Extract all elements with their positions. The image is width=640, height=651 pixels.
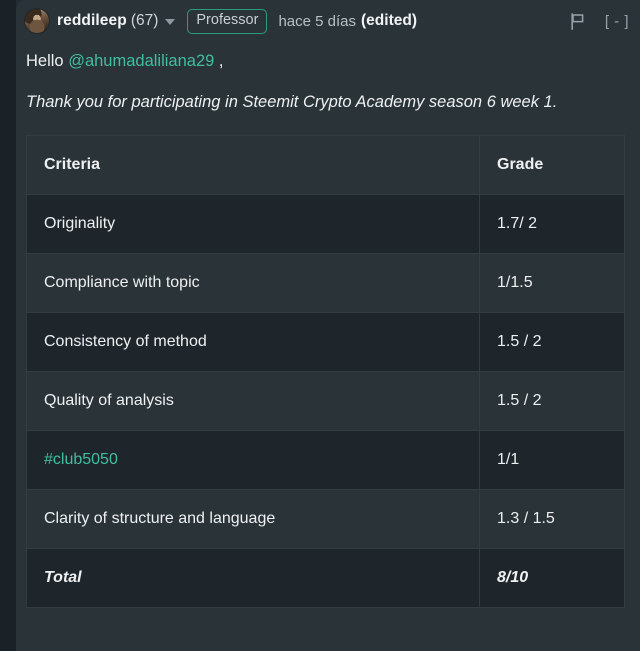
cell-grade: 1.5 / 2 [479, 312, 625, 372]
collapse-toggle[interactable]: [ - ] [605, 13, 629, 30]
greeting-suffix: , [218, 52, 224, 70]
cell-criteria: Clarity of structure and language [26, 489, 480, 549]
greeting-prefix: Hello [26, 52, 64, 70]
avatar[interactable] [24, 8, 50, 34]
table-row: #club5050 1/1 [26, 430, 625, 490]
table-row-total: Total 8/10 [26, 548, 625, 608]
cell-grade: 1.5 / 2 [479, 371, 625, 431]
cell-criteria: Consistency of method [26, 312, 480, 372]
table-row: Consistency of method 1.5 / 2 [26, 312, 625, 372]
comment-text: Hello @ahumadaliliana29 , Thank you for … [16, 50, 640, 113]
table-row: Compliance with topic 1/1.5 [26, 253, 625, 313]
intro-line: Thank you for participating in Steemit C… [26, 93, 558, 111]
author-reputation: (67) [130, 12, 159, 29]
grade-table-wrapper: Criteria Grade Originality 1.7/ 2 Compli… [26, 135, 625, 608]
table-row: Originality 1.7/ 2 [26, 194, 625, 254]
table-header-row: Criteria Grade [26, 135, 625, 195]
edited-label: (edited) [361, 12, 417, 29]
cell-total-label: Total [26, 548, 480, 608]
cell-grade: 1.7/ 2 [479, 194, 625, 254]
cell-criteria: Quality of analysis [26, 371, 480, 431]
role-badge: Professor [187, 8, 268, 34]
grade-table: Criteria Grade Originality 1.7/ 2 Compli… [26, 135, 625, 608]
comment-header: reddileep (67) Professor hace 5 días (ed… [16, 0, 640, 42]
cell-grade: 1.3 / 1.5 [479, 489, 625, 549]
column-header-criteria: Criteria [26, 135, 480, 195]
header-actions: [ - ] [570, 0, 629, 42]
cell-grade: 1/1 [479, 430, 625, 490]
left-gutter [0, 0, 16, 651]
comment-container: reddileep (67) Professor hace 5 días (ed… [0, 0, 640, 651]
table-row: Clarity of structure and language 1.3 / … [26, 489, 625, 549]
user-mention-link[interactable]: @ahumadaliliana29 [68, 52, 214, 70]
cell-criteria: #club5050 [26, 430, 480, 490]
table-head: Criteria Grade [26, 135, 625, 195]
timestamp[interactable]: hace 5 días [278, 13, 356, 30]
cell-criteria: Originality [26, 194, 480, 254]
flag-icon[interactable] [570, 12, 586, 30]
greeting-line: Hello @ahumadaliliana29 , [26, 50, 622, 72]
table-body: Originality 1.7/ 2 Compliance with topic… [26, 194, 625, 608]
author-name[interactable]: reddileep [57, 12, 127, 30]
cell-criteria: Compliance with topic [26, 253, 480, 313]
club5050-tag-link[interactable]: #club5050 [44, 451, 118, 468]
cell-total-grade: 8/10 [479, 548, 625, 608]
table-row: Quality of analysis 1.5 / 2 [26, 371, 625, 431]
column-header-grade: Grade [479, 135, 625, 195]
cell-grade: 1/1.5 [479, 253, 625, 313]
comment-body: reddileep (67) Professor hace 5 días (ed… [16, 0, 640, 651]
chevron-down-icon[interactable] [165, 19, 176, 25]
